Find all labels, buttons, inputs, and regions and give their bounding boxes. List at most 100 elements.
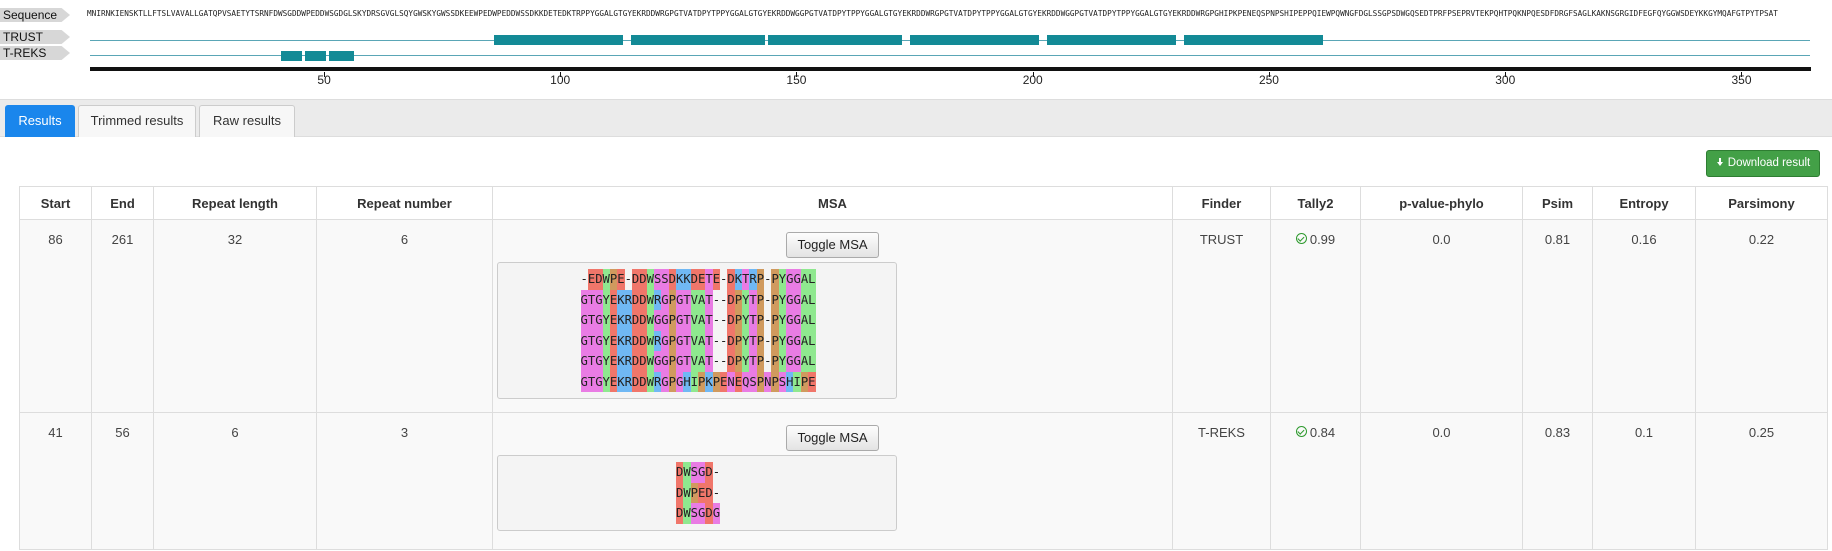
cell-tally2: 0.99 [1270,219,1361,413]
header-tally2[interactable]: Tally2 [1270,186,1361,220]
trust-repeat-feature[interactable] [1046,35,1177,45]
msa-residue: R [624,371,632,392]
msa-residue: T [683,330,691,351]
msa-residue: D [639,371,647,392]
tally2-value: 0.99 [1309,232,1336,247]
msa-residue: P [734,351,743,372]
msa-residue: T [749,351,757,372]
msa-residue: D [639,289,647,310]
cell-finder: TRUST [1172,219,1271,413]
check-circle-icon [1295,426,1307,437]
cell-entropy: 0.16 [1592,219,1696,413]
msa-line: DWSGD- [506,462,890,483]
msa-residue: P [756,310,765,331]
trust-repeat-feature[interactable] [1183,35,1323,45]
msa-residue: Y [602,310,610,331]
msa-residue: D [631,289,640,310]
msa-residue: - [764,292,772,307]
msa-residue: P [668,371,676,392]
header-repeat-number[interactable]: Repeat number [316,186,493,220]
header-msa: MSA [492,186,1173,220]
msa-residue: P [734,330,743,351]
msa-residue: W [646,289,654,310]
cell-repeat-length: 32 [153,219,317,413]
msa-residue: V [690,351,698,372]
msa-residue: E [698,482,706,503]
msa-residue: D [705,503,713,524]
trust-repeat-feature[interactable] [631,35,766,45]
treks-repeat-feature[interactable] [305,51,326,61]
header-psim[interactable]: Psim [1522,186,1593,220]
header-repeat-length[interactable]: Repeat length [153,186,317,220]
header-start[interactable]: Start [19,186,92,220]
header-finder[interactable]: Finder [1172,186,1271,220]
cell-start: 41 [19,412,92,550]
msa-line: DWPED- [506,482,890,503]
msa-residue: S [653,269,662,290]
cell-repeat-length: 6 [153,412,317,550]
cell-repeat-number: 3 [316,412,493,550]
download-result-button[interactable]: Download result [1706,150,1820,177]
tab-results[interactable]: Results [5,105,75,137]
msa-residue: P [609,269,618,290]
msa-residue: T [705,351,713,372]
msa-residue: D [675,503,684,524]
toggle-msa-button[interactable]: Toggle MSA [786,232,879,258]
msa-residue: T [683,351,691,372]
msa-residue: W [602,269,610,290]
msa-residue: A [800,351,809,372]
cell-pvalue-phylo: 0.0 [1360,219,1523,413]
msa-residue: R [653,371,662,392]
toggle-msa-button[interactable]: Toggle MSA [786,425,879,451]
feature-viewer: Sequence MNIRNKIENSKTLLFTSLVAVALLGATQPVS… [0,0,1832,99]
msa-residue: P [690,482,698,503]
msa-residue: - [720,354,728,368]
msa-residue: T [749,330,757,351]
header-pvalue-phylo[interactable]: p-value-phylo [1360,186,1523,220]
msa-line: GTGYEKRDDWRGPGHIPKPENEQSPNPSHIPE [506,371,890,392]
trust-repeat-feature[interactable] [494,35,624,45]
msa-residue: P [668,351,676,372]
header-entropy[interactable]: Entropy [1592,186,1696,220]
msa-residue: - [764,333,772,348]
axis-tick-label: 300 [1495,73,1516,87]
tab-raw-results[interactable]: Raw results [199,105,295,137]
msa-residue: D [639,330,647,351]
msa-residue: G [793,269,801,290]
msa-residue: R [653,289,662,310]
msa-residue: A [800,310,809,331]
msa-residue: K [617,310,625,331]
msa-residue: G [580,371,588,392]
msa-residue: - [720,333,728,348]
msa-residue: D [631,310,640,331]
msa-residue: P [756,371,765,392]
msa-residue: D [727,330,735,351]
header-parsimony[interactable]: Parsimony [1695,186,1828,220]
treks-repeat-feature[interactable] [281,51,302,61]
cell-entropy: 0.1 [1592,412,1696,550]
treks-repeat-feature[interactable] [328,51,354,61]
msa-alignment: DWSGD- DWPED- DWSGDG [497,455,897,531]
trust-repeat-feature[interactable] [768,35,903,45]
cell-psim: 0.81 [1522,219,1593,413]
msa-residue: G [786,310,794,331]
header-end[interactable]: End [91,186,154,220]
msa-residue: K [705,371,713,392]
msa-residue: G [675,351,684,372]
msa-residue: T [587,310,596,331]
msa-residue: P [756,351,765,372]
download-label: Download result [1727,157,1811,169]
msa-residue: L [808,269,816,290]
table-row: 86 261 32 6 Toggle MSA -EDWPE-DDWSSDKKDE… [19,219,1828,413]
msa-residue: P [734,310,743,331]
trust-repeat-feature[interactable] [909,35,1040,45]
msa-residue: G [595,330,603,351]
msa-residue: E [720,371,728,392]
msa-residue: T [587,371,596,392]
tab-trimmed-results[interactable]: Trimmed results [78,105,196,137]
msa-residue: Y [602,330,610,351]
msa-residue: D [727,351,735,372]
msa-residue: D [690,269,698,290]
msa-residue: Y [742,351,750,372]
msa-residue: - [712,313,721,327]
